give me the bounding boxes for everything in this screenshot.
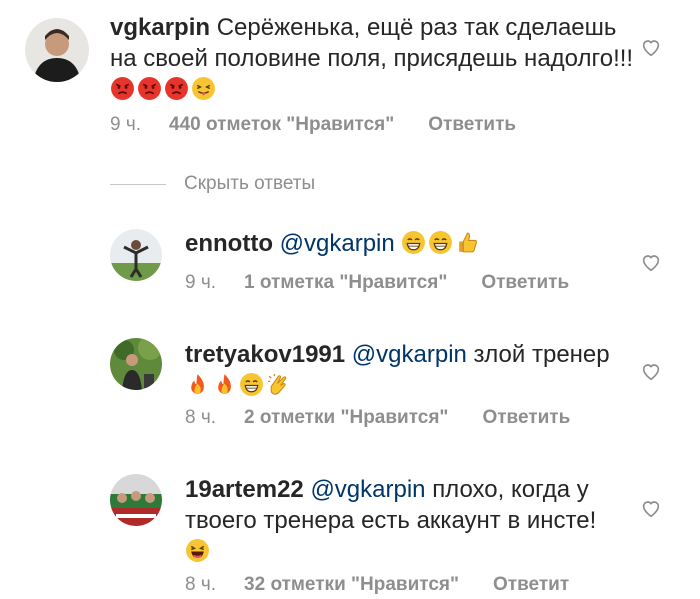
- hide-replies-label: Скрыть ответы: [184, 173, 316, 194]
- avatar[interactable]: [25, 18, 89, 82]
- avatar[interactable]: [110, 229, 162, 281]
- mention-link[interactable]: @vgkarpin: [310, 476, 425, 503]
- comment-username[interactable]: 19artem22: [185, 476, 304, 503]
- likes-count[interactable]: 1 отметка "Нравится": [244, 272, 447, 293]
- divider: [110, 183, 166, 185]
- avatar[interactable]: [110, 474, 162, 526]
- grin-face-icon: [428, 230, 453, 255]
- comment-time: 8 ч.: [185, 574, 217, 595]
- laughing-face-icon: [185, 538, 210, 563]
- tongue-face-icon: [191, 76, 216, 101]
- fire-icon: [212, 372, 237, 397]
- comment-time: 9 ч.: [110, 114, 142, 135]
- comment-meta: 8 ч. 2 отметки "Нравится" Ответить: [185, 407, 570, 429]
- emoji-group: [110, 76, 218, 103]
- like-heart-icon[interactable]: [640, 497, 662, 519]
- like-heart-icon[interactable]: [640, 36, 662, 58]
- likes-count[interactable]: 32 отметки "Нравится": [244, 574, 459, 595]
- like-heart-icon[interactable]: [640, 360, 662, 382]
- reply-button[interactable]: Ответит: [493, 574, 569, 595]
- comment-meta: 8 ч. 32 отметки "Нравится" Ответит: [185, 574, 569, 596]
- comment-username[interactable]: vgkarpin: [110, 14, 210, 41]
- comment-meta: 9 ч. 1 отметка "Нравится" Ответить: [185, 272, 569, 294]
- hide-replies-toggle[interactable]: Скрыть ответы: [110, 172, 315, 196]
- emoji-group: [185, 538, 212, 565]
- comment-text: vgkarpin Серёженька, ещё раз так сделаеш…: [110, 12, 640, 105]
- angry-face-icon: [164, 76, 189, 101]
- reply-button[interactable]: Ответить: [481, 272, 569, 293]
- comment-username[interactable]: ennotto: [185, 230, 273, 257]
- comment-username[interactable]: tretyakov1991: [185, 341, 345, 368]
- emoji-group: [401, 230, 482, 257]
- clapping-hands-icon: [266, 372, 291, 397]
- likes-count[interactable]: 2 отметки "Нравится": [244, 407, 448, 428]
- mention-link[interactable]: @vgkarpin: [280, 230, 395, 257]
- angry-face-icon: [137, 76, 162, 101]
- reply-button[interactable]: Ответить: [482, 407, 570, 428]
- mention-link[interactable]: @vgkarpin: [352, 341, 467, 368]
- comment-time: 9 ч.: [185, 272, 217, 293]
- like-heart-icon[interactable]: [640, 251, 662, 273]
- fire-icon: [185, 372, 210, 397]
- reply-button[interactable]: Ответить: [428, 114, 516, 135]
- comment-time: 8 ч.: [185, 407, 217, 428]
- comment-text: ennotto @vgkarpin: [185, 228, 625, 259]
- comment-meta: 9 ч. 440 отметок "Нравится" Ответить: [110, 114, 516, 136]
- avatar[interactable]: [110, 338, 162, 390]
- comment-text: tretyakov1991 @vgkarpin злой тренер: [185, 339, 625, 401]
- comment-text: 19artem22 @vgkarpin плохо, когда у твоег…: [185, 474, 625, 567]
- comment-body: злой тренер: [473, 341, 610, 368]
- likes-count[interactable]: 440 отметок "Нравится": [169, 114, 394, 135]
- grin-face-icon: [239, 372, 264, 397]
- emoji-group: [185, 372, 293, 399]
- angry-face-icon: [110, 76, 135, 101]
- thumbs-up-icon: [455, 230, 480, 255]
- grin-face-icon: [401, 230, 426, 255]
